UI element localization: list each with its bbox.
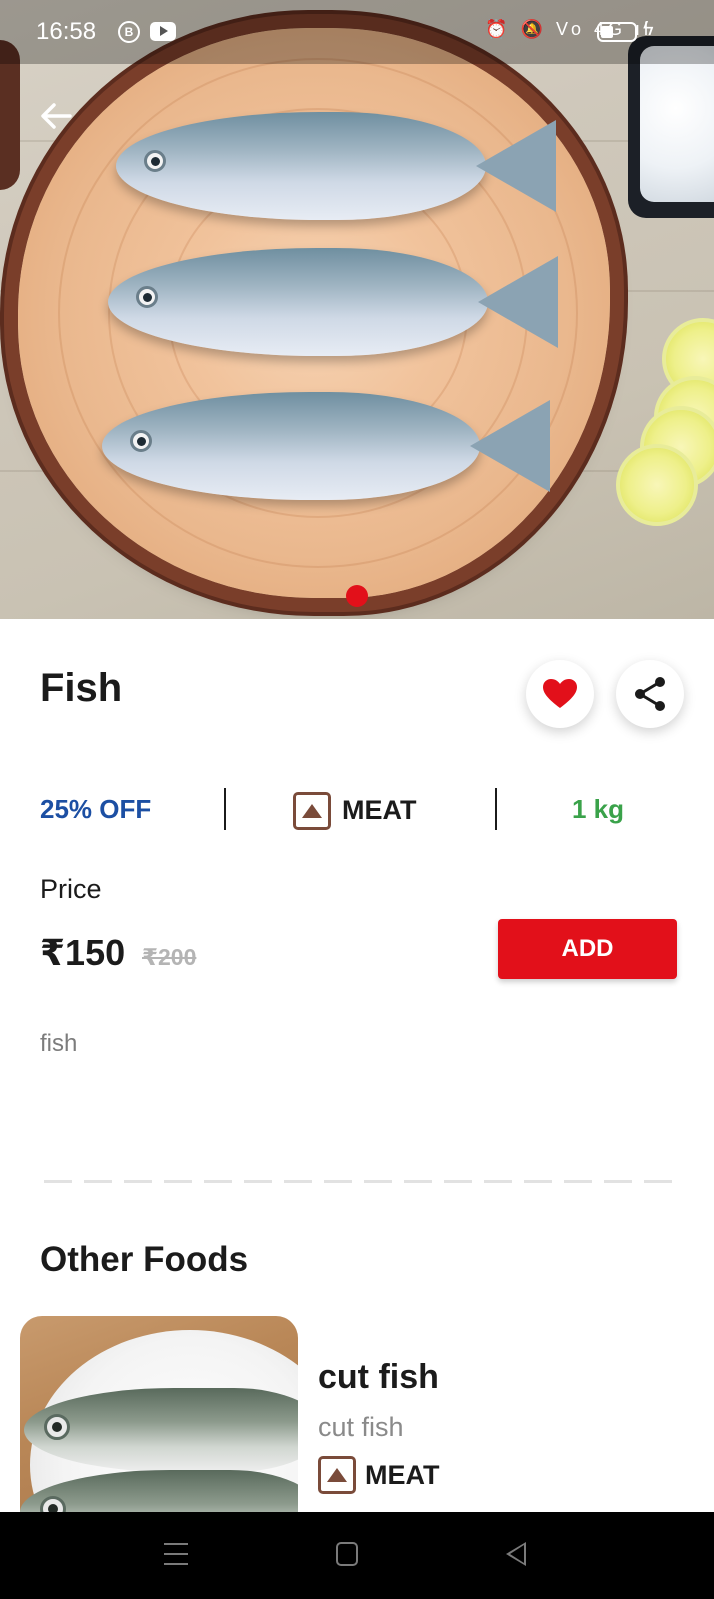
youtube-icon <box>150 22 176 41</box>
food-card-title[interactable]: cut fish <box>318 1358 439 1397</box>
share-icon <box>635 677 665 711</box>
price-value: ₹150 <box>40 932 126 973</box>
salt <box>640 46 714 202</box>
favorite-button[interactable] <box>526 660 594 728</box>
product-image <box>0 0 714 619</box>
section-title: Other Foods <box>40 1240 249 1279</box>
quantity-label: 1 kg <box>572 794 625 824</box>
carousel-dot[interactable] <box>346 585 368 607</box>
nonveg-mark-icon <box>318 1456 356 1494</box>
discount-label: 25% OFF <box>40 794 152 824</box>
status-time: 16:58 <box>36 18 97 45</box>
lemon-slice <box>616 444 698 526</box>
food-card-image[interactable] <box>20 1316 298 1521</box>
food-card-description: cut fish <box>318 1412 404 1442</box>
product-meta-row: 25% OFF MEAT 1 kg <box>0 784 714 840</box>
nonveg-mark-icon <box>293 792 331 830</box>
home-icon[interactable] <box>336 1542 358 1566</box>
back-arrow-icon <box>41 103 72 129</box>
status-bar: 16:58 B ⏰ 🔕 Vo 4G ıl ϟ <box>0 0 714 64</box>
back-nav-icon[interactable] <box>506 1542 526 1566</box>
divider <box>224 788 226 830</box>
category-label: MEAT <box>342 795 417 825</box>
original-price: ₹200 <box>142 944 197 970</box>
food-card-category: MEAT <box>365 1460 440 1490</box>
battery-icon <box>597 22 637 42</box>
heart-icon <box>543 679 577 708</box>
b-badge-icon: B <box>118 21 140 43</box>
product-title: Fish <box>40 666 123 710</box>
divider <box>495 788 497 830</box>
dashed-divider <box>44 1180 672 1183</box>
system-nav-bar <box>0 1512 714 1599</box>
share-button[interactable] <box>616 660 684 728</box>
product-description: fish <box>40 1030 78 1057</box>
charging-icon: ϟ <box>643 18 654 40</box>
back-button[interactable] <box>36 96 76 136</box>
add-to-cart-button[interactable]: ADD <box>498 919 677 979</box>
menu-icon[interactable] <box>164 1543 188 1565</box>
price-label: Price <box>40 874 102 904</box>
